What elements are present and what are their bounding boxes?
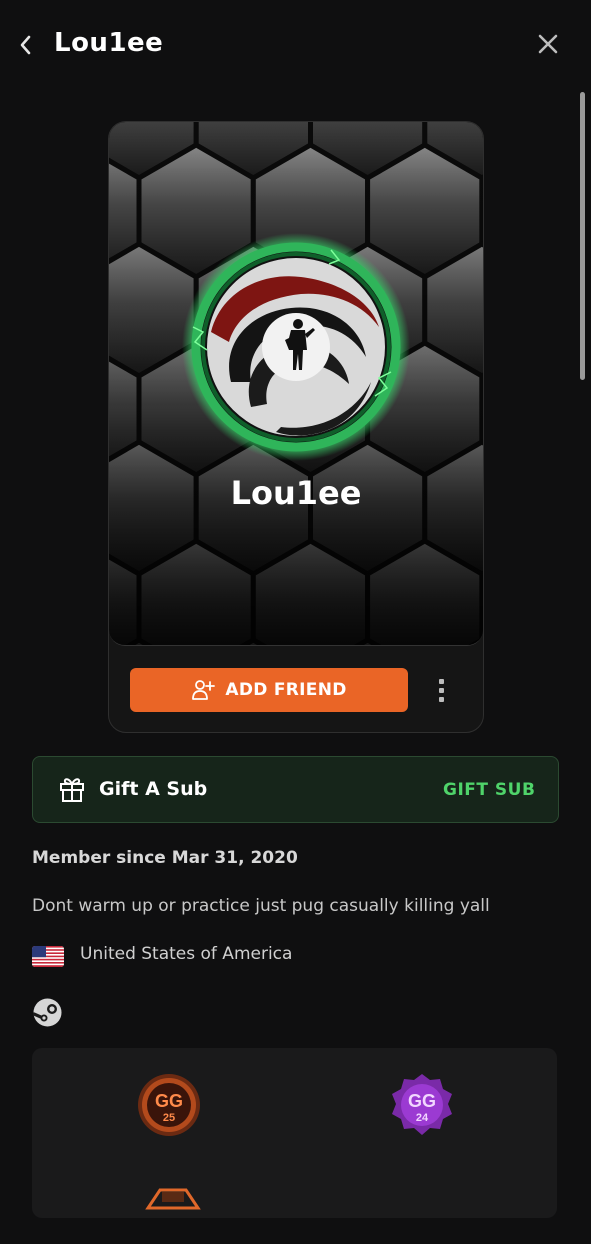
gift-icon <box>60 778 84 802</box>
gg25-badge-sub: 25 <box>163 1112 175 1124</box>
profile-banner: Lou1ee <box>109 122 483 646</box>
back-button[interactable] <box>14 30 38 60</box>
chevron-left-icon <box>20 35 31 55</box>
more-options-button[interactable] <box>431 674 451 706</box>
us-flag-icon <box>32 946 64 967</box>
add-friend-button[interactable]: ADD FRIEND <box>130 668 408 712</box>
gift-sub-banner: Gift A Sub GIFT SUB <box>32 756 559 823</box>
steam-icon[interactable] <box>33 998 62 1027</box>
page-title: Lou1ee <box>54 28 164 58</box>
profile-username: Lou1ee <box>230 474 362 512</box>
gg24-badge-icon[interactable]: GG 24 <box>389 1072 455 1138</box>
member-since: Member since Mar 31, 2020 <box>32 848 298 868</box>
profile-card: Lou1ee ADD FRIEND <box>108 121 484 733</box>
country-name: United States of America <box>80 944 293 964</box>
gift-sub-title: Gift A Sub <box>99 778 208 800</box>
more-vertical-icon <box>438 678 444 684</box>
avatar <box>182 233 410 461</box>
gg25-badge-icon[interactable]: GG 25 <box>136 1072 202 1138</box>
badges-panel: GG 25 GG 24 <box>32 1048 557 1218</box>
gg24-badge-sub: 24 <box>416 1112 429 1124</box>
user-plus-icon <box>192 680 216 700</box>
close-button[interactable] <box>534 30 562 58</box>
profile-bio: Dont warm up or practice just pug casual… <box>32 896 490 916</box>
scrollbar[interactable] <box>580 92 585 380</box>
header: Lou1ee <box>0 0 591 90</box>
gg24-badge-text: GG <box>408 1091 436 1111</box>
close-icon <box>538 34 558 54</box>
rank-badge-icon[interactable] <box>140 1178 206 1244</box>
add-friend-label: ADD FRIEND <box>225 680 347 700</box>
gg25-badge-text: GG <box>155 1091 183 1111</box>
gift-sub-button[interactable]: GIFT SUB <box>443 780 535 800</box>
